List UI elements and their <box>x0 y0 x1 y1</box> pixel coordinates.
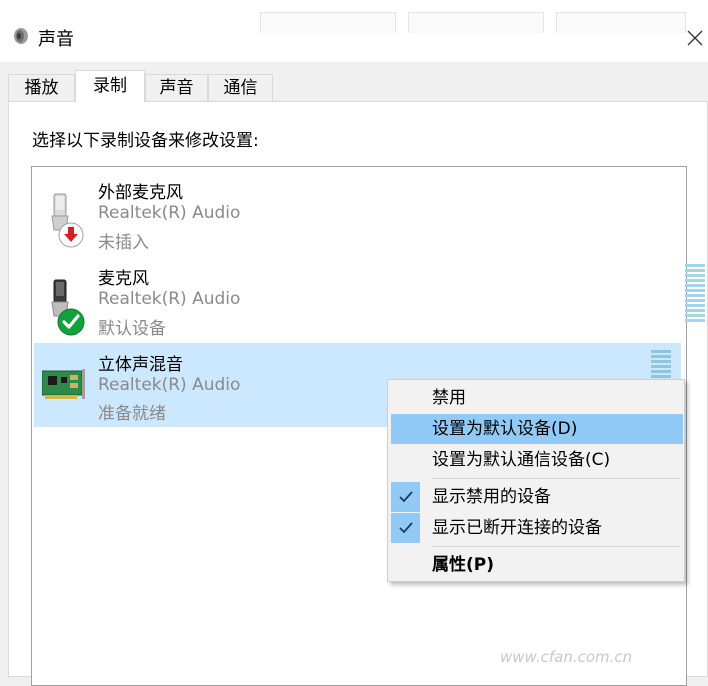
device-driver: Realtek(R) Audio <box>98 375 241 395</box>
checkmark-icon <box>391 482 420 512</box>
tab-recording[interactable]: 录制 <box>75 70 145 102</box>
level-meter <box>685 264 705 324</box>
device-status: 未插入 <box>98 233 149 253</box>
close-button[interactable] <box>680 23 708 53</box>
menu-item-label: 显示禁用的设备 <box>432 487 551 507</box>
title-bar: 声音 <box>0 0 708 62</box>
tab-playback[interactable]: 播放 <box>8 74 75 101</box>
device-name: 外部麦克风 <box>98 183 183 203</box>
device-item-microphone[interactable]: 麦克风 Realtek(R) Audio 默认设备 <box>34 258 705 344</box>
background-window-tabs <box>260 12 700 34</box>
tab-communications[interactable]: 通信 <box>208 74 273 101</box>
menu-item-disable[interactable]: 禁用 <box>391 383 683 413</box>
menu-item-label: 禁用 <box>432 388 466 408</box>
menu-item-show-disconnected-devices[interactable]: 显示已断开连接的设备 <box>391 513 683 543</box>
level-meter <box>651 350 671 380</box>
menu-item-set-default-device[interactable]: 设置为默认设备(D) <box>391 414 683 444</box>
device-name: 麦克风 <box>98 269 149 289</box>
menu-item-label: 显示已断开连接的设备 <box>432 518 602 538</box>
device-status: 准备就绪 <box>98 404 166 424</box>
instruction-text: 选择以下录制设备来修改设置: <box>32 131 259 151</box>
menu-item-show-disabled-devices[interactable]: 显示禁用的设备 <box>391 482 683 512</box>
device-driver: Realtek(R) Audio <box>98 289 241 309</box>
menu-separator <box>432 546 680 547</box>
menu-item-properties[interactable]: 属性(P) <box>391 550 683 580</box>
menu-item-label: 设置为默认设备(D) <box>432 419 578 439</box>
device-driver: Realtek(R) Audio <box>98 203 241 223</box>
device-name: 立体声混音 <box>98 355 183 375</box>
device-status: 默认设备 <box>98 319 166 339</box>
tab-sounds[interactable]: 声音 <box>145 74 208 101</box>
menu-separator <box>432 478 680 479</box>
background-tab <box>408 12 544 33</box>
context-menu: 禁用 设置为默认设备(D) 设置为默认通信设备(C) 显示禁用的设备 显示已断开… <box>387 379 685 582</box>
checkmark-icon <box>391 513 420 543</box>
microphone-unplugged-icon <box>42 190 92 250</box>
device-item-external-mic[interactable]: 外部麦克风 Realtek(R) Audio 未插入 <box>34 172 681 258</box>
watermark: www.cfan.com.cn <box>500 648 633 666</box>
speaker-icon <box>12 27 30 45</box>
window-title: 声音 <box>38 29 74 50</box>
close-icon[interactable] <box>687 30 703 46</box>
menu-item-label: 属性(P) <box>432 555 494 575</box>
menu-item-set-default-comm-device[interactable]: 设置为默认通信设备(C) <box>391 445 683 475</box>
sound-dialog: 声音 播放 录制 声音 通信 选择以下录制设备来修改设置: 外部麦克风 Real… <box>0 0 708 686</box>
sound-card-icon <box>41 365 92 425</box>
menu-item-label: 设置为默认通信设备(C) <box>432 450 611 470</box>
background-tab <box>260 12 396 33</box>
microphone-default-icon <box>42 276 92 336</box>
background-tab <box>556 12 686 33</box>
